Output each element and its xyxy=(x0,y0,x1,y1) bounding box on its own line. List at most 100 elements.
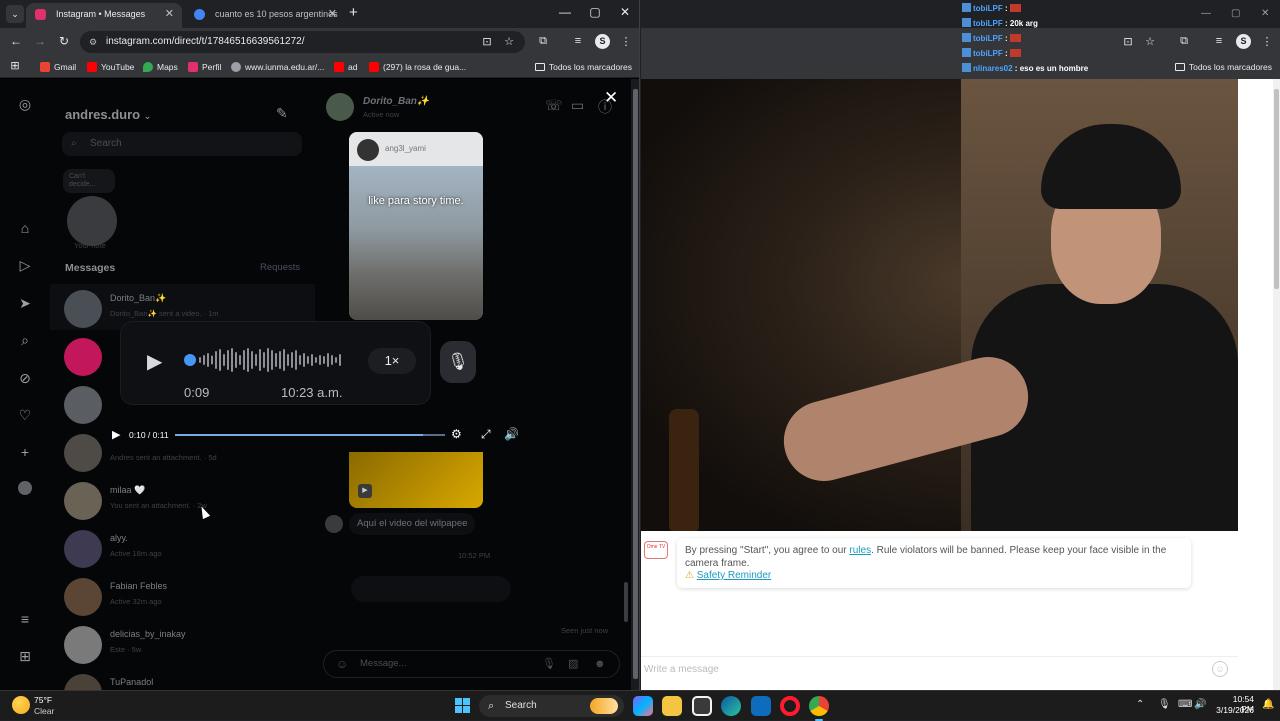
microphone-button[interactable]: 🎙 xyxy=(440,341,476,383)
windows-start-icon[interactable] xyxy=(455,698,471,714)
tab-close-icon[interactable]: ✕ xyxy=(328,3,337,25)
scrollbar-thumb[interactable] xyxy=(1274,89,1279,289)
apps-grid-icon[interactable]: ⊞ xyxy=(8,59,22,72)
minimize-icon[interactable]: — xyxy=(556,5,574,19)
new-message-icon[interactable]: ✎ xyxy=(276,105,288,122)
site-info-icon[interactable]: ⚙ xyxy=(89,31,97,53)
extensions-icon[interactable]: ⧉ xyxy=(1177,35,1191,48)
microsoft-store-icon[interactable] xyxy=(692,696,712,716)
install-app-icon[interactable]: ⊡ xyxy=(1121,35,1135,48)
fullscreen-icon[interactable]: ⤢ xyxy=(481,427,491,442)
message-input[interactable]: ☺ Message... 🎙 ▨ ☻ xyxy=(323,650,620,678)
bookmark-maps[interactable]: Maps xyxy=(143,60,178,74)
conversation-row[interactable]: milaa 🤍 You sent an attachment. · 2w xyxy=(50,476,315,522)
profile-avatar-icon[interactable] xyxy=(16,481,34,499)
bookmark-perfil[interactable]: Perfil xyxy=(188,60,221,74)
video-play-icon[interactable]: ▶ xyxy=(112,428,120,441)
scrollbar-thumb[interactable] xyxy=(624,582,628,622)
note-avatar[interactable] xyxy=(67,196,117,246)
thread-scrollbar[interactable] xyxy=(624,52,628,622)
thread-avatar[interactable] xyxy=(326,93,354,121)
scrollbar-thumb[interactable] xyxy=(633,89,638,679)
emoji-icon[interactable]: ☺ xyxy=(336,651,348,677)
bookmark-ad[interactable]: ad xyxy=(334,60,357,74)
conversation-row[interactable]: alyy. Active 18m ago xyxy=(50,524,315,570)
outlook-icon[interactable] xyxy=(751,696,771,716)
conversation-row[interactable]: TuPanadol xyxy=(50,668,315,690)
tab-close-icon[interactable]: ✕ xyxy=(165,3,174,25)
media-control-icon[interactable]: ≡ xyxy=(1212,35,1226,47)
account-switcher[interactable]: andres.duro ⌄ xyxy=(65,107,151,122)
all-bookmarks-folder[interactable]: Todos los marcadores xyxy=(534,60,632,74)
profile-avatar[interactable]: S xyxy=(595,34,610,49)
chrome-icon[interactable] xyxy=(809,696,829,721)
new-tab-button[interactable]: + xyxy=(349,5,358,21)
edge-icon[interactable] xyxy=(721,696,741,716)
video-call-icon[interactable]: ▭ xyxy=(571,97,584,114)
playback-speed-button[interactable]: 1× xyxy=(368,348,416,374)
more-menu-icon[interactable]: ≡ xyxy=(16,610,34,628)
minimize-icon[interactable]: — xyxy=(1201,8,1211,19)
explore-icon[interactable]: ⊘ xyxy=(16,369,34,387)
bookmark-star-icon[interactable]: ☆ xyxy=(502,35,516,48)
shared-story-card[interactable]: ang3l_yami like para story time. xyxy=(349,132,483,320)
reels-icon[interactable]: ▷ xyxy=(16,256,34,274)
notifications-bell-icon[interactable]: 🔔 xyxy=(1262,699,1274,710)
instagram-logo-icon[interactable]: ◎ xyxy=(16,95,34,113)
voice-waveform[interactable] xyxy=(198,347,346,373)
network-icon[interactable]: ⌨ xyxy=(1178,699,1192,710)
bookmark-rosa-de-guadalupe[interactable]: (297) la rosa de gua... xyxy=(369,60,466,74)
show-hidden-icons-icon[interactable]: ⌃ xyxy=(1136,699,1144,710)
clock-date[interactable]: 3/19/2026 xyxy=(1214,705,1254,715)
create-plus-icon[interactable]: + xyxy=(16,443,34,461)
menu-kebab-icon[interactable]: ⋮ xyxy=(1260,35,1274,48)
requests-link[interactable]: Requests xyxy=(260,262,300,273)
voice-scrubber-handle[interactable] xyxy=(184,354,196,366)
maximize-icon[interactable]: ▢ xyxy=(1231,8,1240,19)
forward-icon[interactable]: → xyxy=(32,34,48,48)
all-bookmarks-folder[interactable]: Todos los marcadores xyxy=(1174,60,1272,74)
rules-link[interactable]: rules xyxy=(849,545,871,556)
settings-gear-icon[interactable]: ⚙ xyxy=(451,427,462,441)
overlay-close-icon[interactable]: ✕ xyxy=(604,88,618,108)
messages-icon[interactable]: ➤ xyxy=(16,294,34,312)
home-icon[interactable]: ⌂ xyxy=(16,219,34,237)
emoji-icon[interactable]: ☺ xyxy=(1212,661,1228,677)
close-window-icon[interactable]: ✕ xyxy=(616,5,634,19)
note-bubble[interactable]: Can't decide... xyxy=(63,169,115,193)
taskbar-search[interactable]: ⌕ Search xyxy=(479,695,624,717)
menu-kebab-icon[interactable]: ⋮ xyxy=(619,35,633,48)
conversation-row[interactable]: Fabian Febles Active 32m ago xyxy=(50,572,315,618)
notifications-heart-icon[interactable]: ♡ xyxy=(16,406,34,424)
bookmark-iunma[interactable]: www.iunma.edu.ar/... xyxy=(231,60,324,74)
address-bar[interactable]: ⚙ instagram.com/direct/t/178465166395612… xyxy=(80,31,525,53)
search-icon[interactable]: ⌕ xyxy=(16,331,34,349)
voice-play-icon[interactable]: ▶ xyxy=(147,349,162,374)
volume-icon[interactable]: 🔊 xyxy=(1194,699,1206,710)
microphone-icon[interactable]: 🎙 xyxy=(1158,699,1171,710)
threads-icon[interactable]: ⊞ xyxy=(16,647,34,665)
close-window-icon[interactable]: ✕ xyxy=(1261,8,1269,19)
search-input[interactable]: ⌕ Search xyxy=(62,132,302,156)
page-scrollbar[interactable] xyxy=(631,79,639,690)
video-thumbnail[interactable] xyxy=(349,452,483,508)
weather-condition[interactable]: Clear xyxy=(34,706,54,716)
safety-reminder-link[interactable]: Safety Reminder xyxy=(697,570,771,581)
tab-search-button[interactable]: ⌄ xyxy=(6,5,24,23)
reload-icon[interactable]: ↻ xyxy=(56,34,72,48)
image-icon[interactable]: ▨ xyxy=(568,651,578,677)
weather-moon-icon[interactable] xyxy=(12,696,30,714)
sticker-icon[interactable]: ☻ xyxy=(594,651,606,677)
volume-icon[interactable]: 🔊 xyxy=(504,427,519,441)
tab-google-search[interactable]: cuanto es 10 pesos argentinos ✕ xyxy=(185,3,345,28)
microphone-icon[interactable]: 🎙 xyxy=(542,651,556,677)
bookmark-youtube[interactable]: YouTube xyxy=(87,60,134,74)
bookmark-gmail[interactable]: Gmail xyxy=(40,60,76,74)
profile-avatar[interactable]: S xyxy=(1236,34,1251,49)
extensions-icon[interactable]: ⧉ xyxy=(536,35,550,48)
opera-icon[interactable] xyxy=(780,696,800,716)
chat-message-input[interactable]: Write a message xyxy=(641,656,1238,682)
maximize-icon[interactable]: ▢ xyxy=(586,5,604,19)
tab-instagram[interactable]: Instagram • Messages ✕ xyxy=(26,3,182,28)
voice-message-bubble[interactable] xyxy=(351,576,511,602)
